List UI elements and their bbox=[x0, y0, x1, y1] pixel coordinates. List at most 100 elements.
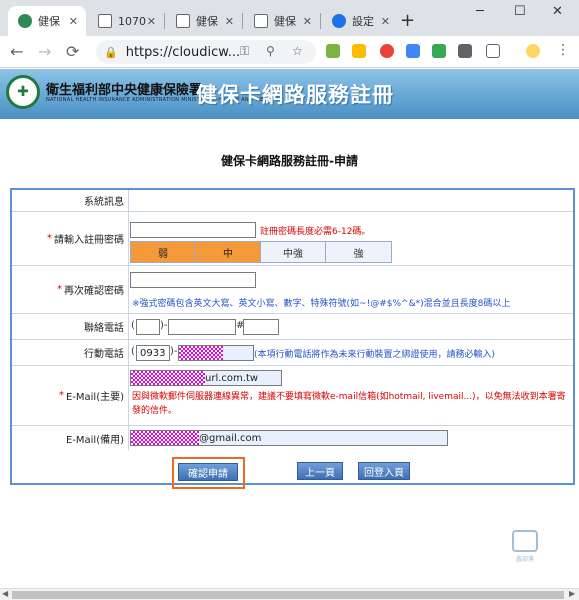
close-tab-icon[interactable]: ✕ bbox=[69, 15, 78, 28]
phone-number-input[interactable] bbox=[168, 319, 236, 335]
extension-icon[interactable] bbox=[352, 44, 366, 58]
email-main-label: * E-Mail(主要) bbox=[12, 366, 128, 425]
mobile-number-input[interactable] bbox=[178, 345, 254, 361]
tab-3[interactable]: 健保 ✕ bbox=[166, 6, 242, 36]
masked-email-user bbox=[131, 431, 199, 445]
phone-extension-input[interactable] bbox=[243, 319, 279, 335]
tab-label: 健保 bbox=[196, 15, 218, 28]
site-banner: ✚ 衛生福利部中央健康保險署 NATIONAL HEALTH INSURANCE… bbox=[0, 69, 579, 119]
url-text: https://cloudicw... bbox=[125, 44, 241, 60]
phone-area-code-input[interactable] bbox=[136, 319, 160, 335]
horizontal-scrollbar[interactable]: ◀ ▶ bbox=[0, 588, 579, 600]
tab-label: 健保 bbox=[38, 15, 60, 28]
tab-active[interactable]: 健保 ✕ bbox=[8, 6, 86, 36]
tab-label: 健保 bbox=[274, 15, 296, 28]
system-message-label: 系統訊息 bbox=[84, 197, 124, 208]
minimize-button[interactable]: ─ bbox=[476, 4, 484, 19]
document-icon bbox=[176, 14, 190, 28]
row-phone: 聯絡電話 ( )- # bbox=[12, 314, 573, 340]
address-bar[interactable]: 🔒 https://cloudicw... bbox=[96, 40, 316, 64]
row-email-backup: E-Mail(備用) @gmail.com bbox=[12, 426, 573, 450]
paren-open: ( bbox=[131, 320, 135, 331]
back-button[interactable]: ← bbox=[10, 42, 23, 61]
extension-icon[interactable] bbox=[458, 44, 472, 58]
close-tab-icon[interactable]: ✕ bbox=[225, 15, 234, 28]
paren-open: ( bbox=[131, 346, 135, 357]
tab-settings[interactable]: 設定 ✕ bbox=[322, 6, 398, 36]
tab-separator bbox=[320, 13, 321, 29]
submit-button[interactable]: 確認申請 bbox=[178, 463, 238, 481]
password-label-text: 請輸入註冊密碼 bbox=[54, 235, 124, 246]
extension-icon[interactable] bbox=[380, 44, 394, 58]
tab-separator bbox=[164, 13, 165, 29]
password-strength-meter: 弱 中 中強 強 bbox=[130, 241, 392, 263]
column-divider bbox=[128, 340, 129, 365]
screen-capture-icon[interactable] bbox=[486, 44, 500, 58]
phone-label: 聯絡電話 bbox=[84, 323, 124, 334]
column-divider bbox=[128, 366, 129, 425]
close-tab-icon[interactable]: ✕ bbox=[303, 15, 312, 28]
extension-icon[interactable] bbox=[326, 44, 340, 58]
paren-close: )- bbox=[160, 320, 168, 331]
previous-page-button[interactable]: 上一頁 bbox=[297, 462, 343, 480]
tab-4[interactable]: 健保 ✕ bbox=[244, 6, 320, 36]
extension-icon[interactable] bbox=[432, 44, 446, 58]
star-icon[interactable]: ☆ bbox=[292, 44, 303, 58]
tab-2[interactable]: 1070 ✕ bbox=[88, 6, 164, 36]
maximize-button[interactable]: ☐ bbox=[514, 4, 526, 19]
forward-button[interactable]: → bbox=[38, 42, 51, 61]
email-backup-input[interactable]: @gmail.com bbox=[130, 430, 448, 446]
confirm-password-label: * 再次確認密碼 bbox=[12, 266, 128, 313]
strength-medium-strong: 中強 bbox=[261, 242, 326, 262]
email-main-label-text: E-Mail(主要) bbox=[65, 392, 124, 403]
key-icon[interactable]: ⚿ bbox=[240, 44, 249, 59]
required-mark: * bbox=[58, 390, 64, 401]
close-tab-icon[interactable]: ✕ bbox=[147, 15, 156, 28]
close-window-button[interactable]: ✕ bbox=[552, 4, 563, 19]
column-divider bbox=[128, 314, 129, 339]
scroll-right-icon[interactable]: ▶ bbox=[569, 589, 575, 598]
close-tab-icon[interactable]: ✕ bbox=[381, 15, 390, 28]
document-icon bbox=[254, 14, 268, 28]
avatar[interactable] bbox=[526, 44, 540, 58]
lock-icon[interactable]: 🔒 bbox=[104, 46, 118, 59]
browser-tab-bar: 健保 ✕ 1070 ✕ 健保 ✕ 健保 ✕ 設定 ✕ + ─ ☐ ✕ bbox=[0, 0, 579, 36]
required-mark: * bbox=[47, 233, 52, 244]
back-to-login-button[interactable]: 回登入頁 bbox=[358, 462, 410, 480]
new-tab-button[interactable]: + bbox=[400, 10, 415, 31]
extension-icon[interactable] bbox=[406, 44, 420, 58]
reload-button[interactable]: ⟳ bbox=[66, 42, 79, 61]
row-confirm-password: * 再次確認密碼 ※強式密碼包含英文大寫、英文小寫、數字、特殊符號(如~!@#$… bbox=[12, 266, 573, 314]
email-warning: 因與微軟郵件伺服器連線異常，建議不要填寫微軟e-mail信箱(如hotmail,… bbox=[132, 392, 566, 416]
scrollbar-thumb[interactable] bbox=[12, 591, 564, 599]
menu-icon[interactable]: ⋮ bbox=[556, 42, 570, 58]
nhi-favicon-icon bbox=[18, 14, 32, 28]
banner-title: 健保卡網路服務註冊 bbox=[196, 83, 394, 107]
tab-separator bbox=[242, 13, 243, 29]
document-icon bbox=[98, 14, 112, 28]
tab-label: 1070 bbox=[118, 14, 146, 28]
nhi-logo-icon: ✚ bbox=[6, 75, 40, 109]
password-input[interactable] bbox=[130, 222, 256, 238]
password-hint: 註冊密碼長度必需6-12碼。 bbox=[260, 227, 371, 237]
strength-weak: 弱 bbox=[131, 242, 196, 262]
email-main-domain: url.com.tw bbox=[205, 372, 259, 384]
gear-icon bbox=[332, 14, 346, 28]
mobile-prefix-input[interactable]: 0933 bbox=[136, 345, 170, 361]
strength-medium: 中 bbox=[196, 242, 261, 262]
confirm-password-label-text: 再次確認密碼 bbox=[64, 286, 124, 297]
mobile-hint: (本項行動電話將作為未來行動裝置之綁證使用，請務必輸入) bbox=[254, 350, 496, 360]
email-main-input[interactable]: url.com.tw bbox=[130, 370, 282, 386]
page-title: 健保卡網路服務註冊-申請 bbox=[221, 154, 358, 168]
row-email-main: * E-Mail(主要) url.com.tw 因與微軟郵件伺服器連線異常，建議… bbox=[12, 366, 573, 426]
email-backup-label: E-Mail(備用) bbox=[65, 434, 124, 446]
watermark-logo: 鑫部落 bbox=[508, 530, 542, 568]
scroll-left-icon[interactable]: ◀ bbox=[2, 589, 8, 598]
registration-form: 系統訊息 * 請輸入註冊密碼 註冊密碼長度必需6-12碼。 弱 中 中強 強 *… bbox=[10, 188, 575, 485]
confirm-password-input[interactable] bbox=[130, 272, 256, 288]
mobile-label: 行動電話 bbox=[84, 349, 124, 360]
watermark-text: 鑫部落 bbox=[515, 556, 534, 563]
password-strength-hint: ※強式密碼包含英文大寫、英文小寫、數字、特殊符號(如~!@#$%^&*)混合並且… bbox=[132, 299, 511, 309]
column-divider bbox=[128, 266, 129, 313]
zoom-icon[interactable]: ⚲ bbox=[266, 44, 275, 58]
